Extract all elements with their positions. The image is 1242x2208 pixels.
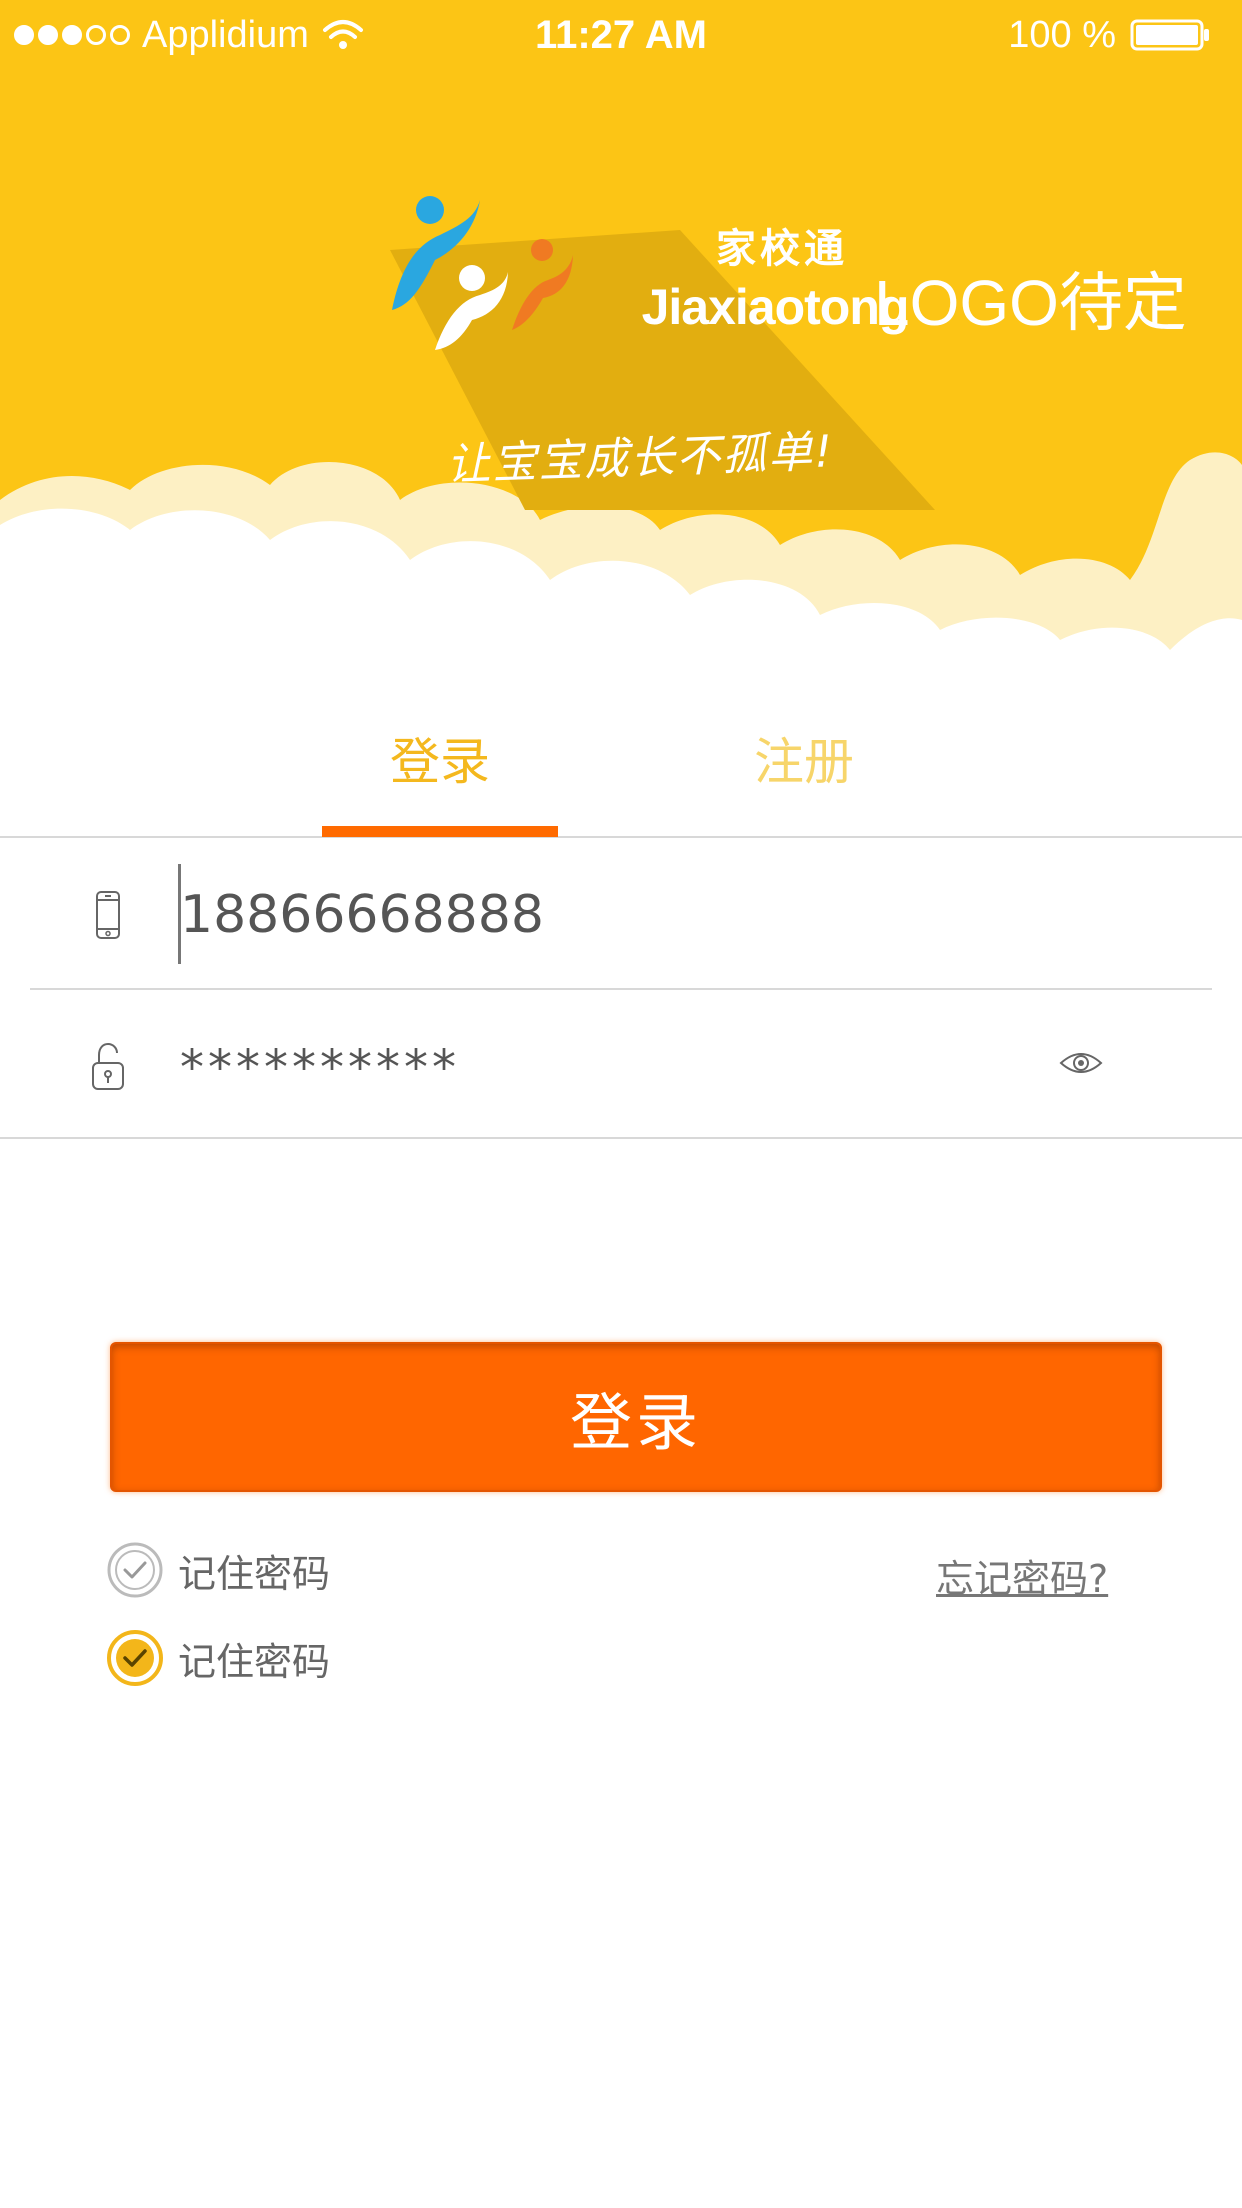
active-tab-indicator bbox=[322, 826, 558, 837]
eye-icon[interactable] bbox=[1058, 1047, 1104, 1079]
remember-password-checked[interactable]: 记住密码 bbox=[106, 1628, 330, 1688]
logo-name-cn: 家校通 bbox=[716, 226, 848, 272]
phone-field[interactable]: 18866668888 bbox=[0, 840, 1242, 990]
tab-login[interactable]: 登录 bbox=[322, 680, 558, 836]
app-logo: 家校通 Jiaxiaotong 让宝宝成长不孤单! bbox=[380, 190, 940, 520]
password-field[interactable]: ********** bbox=[0, 991, 1242, 1139]
battery-icon bbox=[1130, 19, 1209, 51]
lock-icon bbox=[92, 1042, 124, 1090]
remember-password-unchecked[interactable]: 记住密码 bbox=[106, 1540, 330, 1600]
phone-input[interactable]: 18866668888 bbox=[180, 840, 544, 990]
checkbox-checked-icon[interactable] bbox=[106, 1629, 164, 1687]
login-button[interactable]: 登录 bbox=[110, 1342, 1162, 1492]
remember-password-label: 记住密码 bbox=[178, 1639, 331, 1684]
forgot-password-link[interactable]: 忘记密码? bbox=[936, 1548, 1108, 1603]
logo-pending-label: LOGO待定 bbox=[874, 267, 1187, 339]
password-input[interactable]: ********** bbox=[180, 991, 460, 1141]
field-divider bbox=[30, 988, 1212, 990]
phone-icon bbox=[96, 891, 120, 939]
status-right: 100 % bbox=[1008, 10, 1210, 60]
remember-password-label: 记住密码 bbox=[178, 1551, 331, 1596]
status-bar: Applidium 11:27 AM 100 % bbox=[0, 0, 1242, 72]
tab-register[interactable]: 注册 bbox=[686, 680, 922, 836]
battery-percent: 100 % bbox=[1008, 13, 1116, 56]
auth-tabs: 登录 注册 bbox=[0, 680, 1242, 838]
header-banner: Applidium 11:27 AM 100 % 家校通 Jiaxiaotong… bbox=[0, 0, 1242, 680]
checkbox-unchecked-icon[interactable] bbox=[106, 1541, 164, 1599]
